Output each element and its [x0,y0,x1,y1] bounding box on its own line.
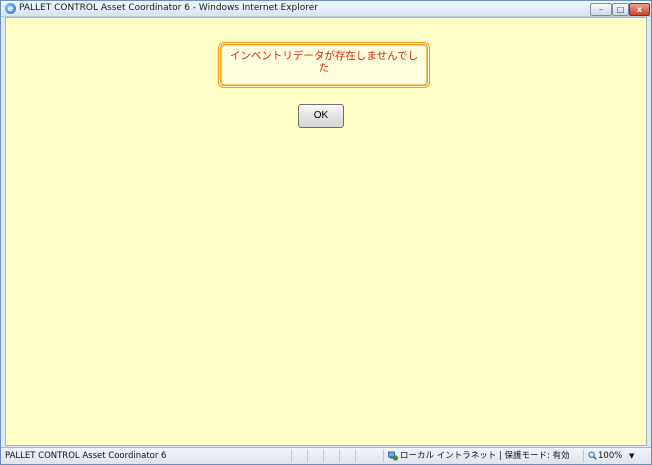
close-button[interactable]: x [629,3,650,16]
minimize-button[interactable]: – [590,3,612,16]
error-message-box: インベントリデータが存在しませんでした [218,42,430,88]
ie-icon: e [5,3,16,14]
status-bar: PALLET CONTROL Asset Coordinator 6 ローカル … [1,447,651,464]
minimize-icon: – [599,5,603,14]
status-divider [291,450,292,462]
title-bar: e PALLET CONTROL Asset Coordinator 6 - W… [1,1,651,17]
page-content: インベントリデータが存在しませんでした OK [5,17,647,446]
status-divider [323,450,324,462]
security-zone-text: ローカル イントラネット | 保護モード: 有効 [400,451,570,461]
close-icon: x [636,5,643,14]
maximize-button[interactable]: □ [612,3,629,16]
status-divider [583,450,584,462]
window-title: PALLET CONTROL Asset Coordinator 6 - Win… [19,3,319,13]
ok-button[interactable]: OK [298,104,344,128]
status-divider [383,450,384,462]
intranet-zone-icon [388,451,398,461]
status-divider [355,450,356,462]
zoom-level[interactable]: 100% [598,448,622,464]
browser-window: e PALLET CONTROL Asset Coordinator 6 - W… [0,0,652,465]
status-divider [339,450,340,462]
maximize-icon: □ [616,5,625,14]
status-text: PALLET CONTROL Asset Coordinator 6 [5,451,167,461]
zoom-icon[interactable] [588,451,597,460]
error-message: インベントリデータが存在しませんでした [229,50,419,74]
dropdown-arrow-icon[interactable]: ▼ [629,448,634,464]
status-divider [307,450,308,462]
